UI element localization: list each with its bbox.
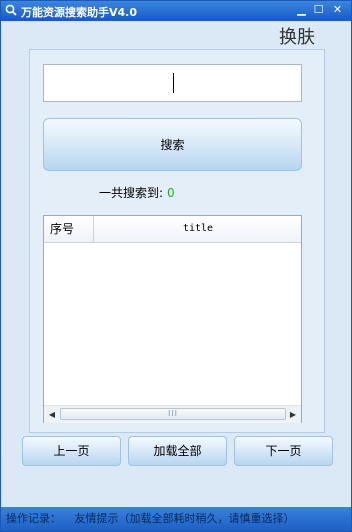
load-all-button[interactable]: 加载全部	[128, 436, 227, 466]
results-list[interactable]: 序号 title ◀ III ▶	[43, 215, 302, 423]
load-all-label: 加载全部	[153, 444, 202, 458]
column-header-index[interactable]: 序号	[44, 216, 94, 242]
result-count-label: 一共搜索到:	[99, 186, 164, 200]
column-header-title[interactable]: title	[95, 216, 301, 242]
main-window: 万能资源搜索助手V4.0 ▁ ☐ ✕ 换肤 搜索 一共搜索到: 0 序号 titl…	[0, 0, 352, 532]
prev-page-label: 上一页	[53, 444, 90, 458]
chevron-left-icon[interactable]: ◀	[45, 408, 59, 421]
list-header: 序号 title	[44, 216, 301, 243]
horizontal-scrollbar[interactable]: ◀ III ▶	[44, 405, 301, 423]
status-label: 操作记录：	[6, 512, 61, 525]
close-icon[interactable]: ✕	[331, 4, 344, 16]
result-count: 一共搜索到: 0	[99, 184, 175, 201]
text-caret	[173, 73, 174, 93]
search-input[interactable]	[43, 64, 302, 102]
change-skin-button[interactable]: 换肤	[279, 23, 315, 49]
magnifier-app-icon	[5, 4, 17, 16]
maximize-icon[interactable]: ☐	[312, 4, 325, 16]
status-bar: 操作记录： 友情提示（加载全部耗时稍久，请慎重选择）	[1, 507, 351, 531]
result-count-value: 0	[167, 186, 175, 200]
chevron-right-icon[interactable]: ▶	[286, 408, 300, 421]
window-title: 万能资源搜索助手V4.0	[21, 6, 137, 19]
minimize-icon[interactable]: ▁	[295, 4, 308, 16]
search-button-label: 搜索	[160, 138, 185, 152]
scrollbar-thumb[interactable]: III	[60, 408, 286, 420]
prev-page-button[interactable]: 上一页	[22, 436, 121, 466]
search-button[interactable]: 搜索	[43, 118, 302, 171]
title-bar[interactable]: 万能资源搜索助手V4.0 ▁ ☐ ✕	[1, 1, 351, 21]
status-message: 友情提示（加载全部耗时稍久，请慎重选择）	[74, 512, 295, 525]
next-page-button[interactable]: 下一页	[234, 436, 333, 466]
next-page-label: 下一页	[265, 444, 302, 458]
